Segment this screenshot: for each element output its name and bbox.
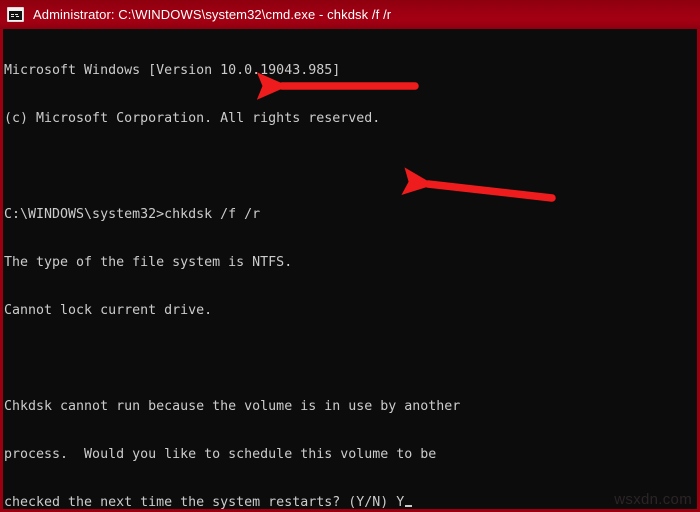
console-text-buffer: Microsoft Windows [Version 10.0.19043.98…	[4, 31, 460, 509]
text-cursor	[405, 505, 413, 507]
cmd-window: Administrator: C:\WINDOWS\system32\cmd.e…	[0, 0, 700, 512]
console-line: Microsoft Windows [Version 10.0.19043.98…	[4, 63, 341, 78]
console-line-command: C:\WINDOWS\system32>chkdsk /f /r	[4, 207, 261, 222]
console-line-prompt: checked the next time the system restart…	[4, 495, 460, 509]
console-output-area[interactable]: Microsoft Windows [Version 10.0.19043.98…	[3, 29, 697, 509]
console-line: The type of the file system is NTFS.	[4, 255, 293, 270]
window-title: Administrator: C:\WINDOWS\system32\cmd.e…	[33, 7, 392, 22]
console-line: Chkdsk cannot run because the volume is …	[4, 399, 461, 414]
console-prompt-text: checked the next time the system restart…	[4, 495, 405, 509]
console-line: (c) Microsoft Corporation. All rights re…	[4, 111, 381, 126]
console-line: process. Would you like to schedule this…	[4, 447, 437, 462]
window-titlebar[interactable]: Administrator: C:\WINDOWS\system32\cmd.e…	[0, 0, 700, 29]
icon-screen	[9, 11, 22, 20]
cmd-console-icon	[7, 7, 24, 22]
watermark: wsxdn.com	[614, 491, 692, 508]
console-line: Cannot lock current drive.	[4, 303, 213, 318]
